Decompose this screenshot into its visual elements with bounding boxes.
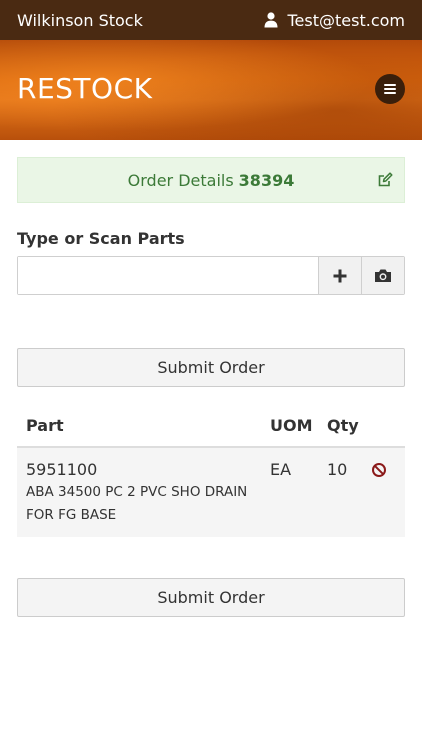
part-number: 5951100	[26, 460, 98, 479]
user-icon	[264, 12, 277, 28]
brand-name: Wilkinson Stock	[17, 10, 143, 30]
parts-input-label: Type or Scan Parts	[17, 229, 185, 248]
scan-part-button[interactable]	[361, 257, 404, 294]
ban-icon[interactable]	[371, 462, 387, 478]
submit-order-button-bottom[interactable]: Submit Order	[17, 578, 405, 617]
add-part-button[interactable]	[318, 257, 361, 294]
uom-cell: EA	[270, 460, 292, 479]
user-email: Test@test.com	[287, 10, 406, 30]
order-number: 38394	[238, 170, 295, 190]
menu-button[interactable]	[375, 74, 405, 104]
header-uom: UOM	[270, 415, 313, 435]
remove-cell	[371, 460, 405, 482]
top-bar: Wilkinson Stock Test@test.com	[0, 0, 422, 40]
header-part: Part	[26, 415, 64, 435]
part-cell: 5951100 ABA 34500 PC 2 PVC SHO DRAIN FOR…	[17, 460, 270, 527]
camera-icon	[375, 269, 391, 282]
hamburger-icon	[384, 84, 396, 94]
part-description: ABA 34500 PC 2 PVC SHO DRAIN FOR FG BASE	[26, 484, 248, 523]
page-banner: RESTOCK	[0, 40, 422, 140]
order-parts-table: Part UOM Qty 5951100 ABA 34500 PC 2 PVC …	[17, 404, 405, 537]
parts-input[interactable]	[18, 257, 318, 294]
table-row: 5951100 ABA 34500 PC 2 PVC SHO DRAIN FOR…	[17, 448, 405, 537]
order-details-panel: Order Details 38394	[17, 157, 405, 203]
user-account[interactable]: Test@test.com	[264, 10, 406, 30]
order-details-label: Order Details	[127, 170, 234, 190]
page-title: RESTOCK	[17, 72, 153, 105]
table-header: Part UOM Qty	[17, 404, 405, 448]
edit-icon[interactable]	[377, 172, 393, 188]
plus-icon	[333, 269, 347, 282]
qty-cell[interactable]: 10	[327, 460, 371, 479]
header-qty: Qty	[327, 415, 359, 435]
submit-order-button-top[interactable]: Submit Order	[17, 348, 405, 387]
parts-input-group	[17, 256, 405, 295]
